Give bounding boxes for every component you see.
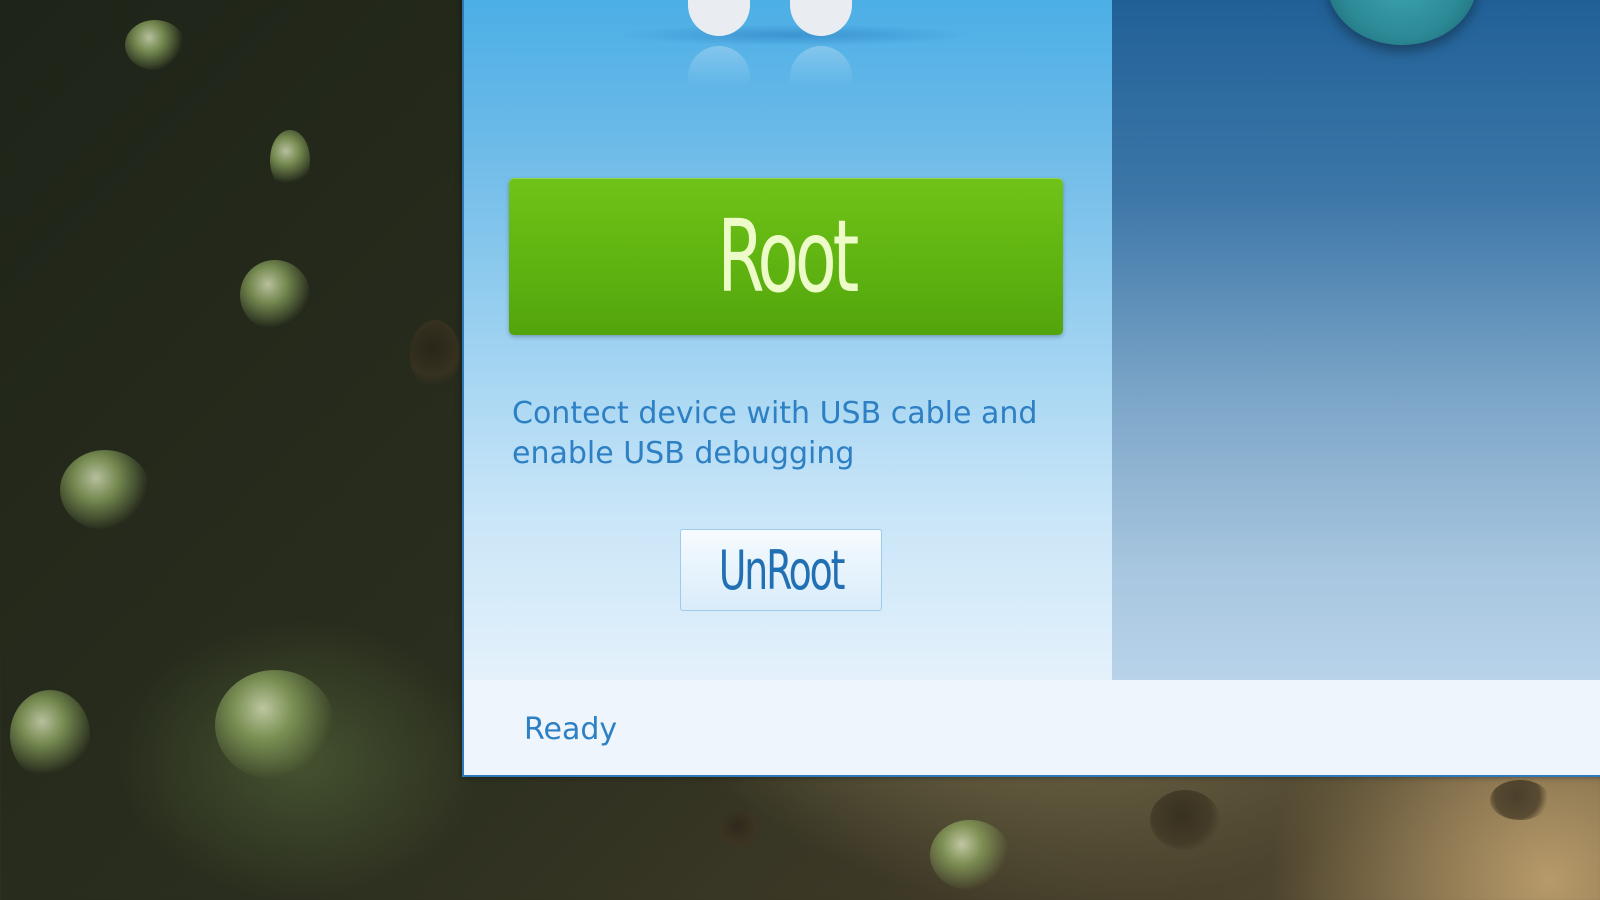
wallpaper-droplet <box>240 260 310 330</box>
wallpaper-droplet <box>720 810 760 850</box>
device-indicator-reflection <box>790 46 852 86</box>
wallpaper-droplet <box>215 670 335 780</box>
root-button-label: Root <box>717 198 859 315</box>
action-panel: Root Contect device with USB cable and e… <box>464 0 1112 680</box>
wallpaper-droplet <box>1150 790 1220 850</box>
wallpaper-droplet <box>410 320 460 390</box>
root-button[interactable]: Root <box>509 178 1063 335</box>
unroot-button-label: UnRoot <box>718 538 846 602</box>
connection-instructions: Contect device with USB cable and enable… <box>512 396 1038 471</box>
device-graphic-shadow <box>614 24 974 46</box>
wallpaper-droplet <box>1490 780 1550 820</box>
decorative-orb <box>1327 0 1477 45</box>
info-panel <box>1112 0 1600 680</box>
wallpaper-droplet <box>125 20 185 70</box>
wallpaper-droplet <box>270 130 310 190</box>
status-label: Ready <box>524 712 618 747</box>
wallpaper-droplet <box>60 450 150 530</box>
wallpaper-droplet <box>930 820 1010 890</box>
unroot-button[interactable]: UnRoot <box>680 529 882 611</box>
root-tool-window: Root Contect device with USB cable and e… <box>462 0 1600 777</box>
wallpaper-droplet <box>10 690 90 780</box>
device-indicator-reflection <box>688 46 750 86</box>
